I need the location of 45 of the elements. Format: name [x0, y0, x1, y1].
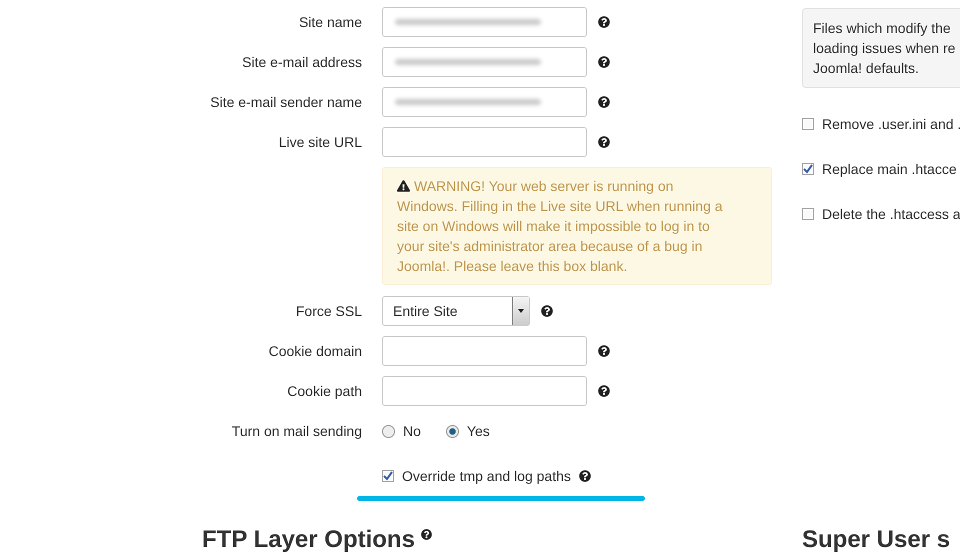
- help-icon[interactable]: [598, 56, 610, 68]
- field-label: Site e-mail sender name: [209, 94, 362, 110]
- section-heading: FTP Layer Options: [202, 526, 802, 554]
- help-icon[interactable]: [598, 345, 610, 357]
- radio-option[interactable]: Yes: [446, 423, 490, 439]
- option-label: No: [403, 423, 421, 439]
- checkbox[interactable]: [802, 208, 814, 220]
- input-field[interactable]: [382, 336, 587, 366]
- help-icon[interactable]: [598, 96, 610, 108]
- help-icon[interactable]: [598, 385, 610, 397]
- warning-icon: [397, 180, 410, 192]
- help-icon[interactable]: [578, 470, 591, 482]
- select-field[interactable]: Entire Site: [382, 296, 530, 326]
- checkbox[interactable]: [802, 163, 814, 175]
- checkbox-label: Override tmp and log paths: [402, 468, 571, 484]
- field-label: Live site URL: [278, 134, 362, 150]
- option-label: Yes: [466, 423, 490, 439]
- help-icon[interactable]: [598, 16, 610, 28]
- checkbox-label: Remove .user.ini and .: [822, 116, 960, 132]
- field-label: Site e-mail address: [241, 54, 362, 70]
- checkbox[interactable]: [382, 470, 394, 482]
- help-icon[interactable]: [541, 305, 553, 317]
- field-label: Site name: [298, 14, 362, 30]
- warning-text: WARNING! Your web server is running on Windows. Filling in the Live site URL when running a site on Windows will make it impossible to log in to your site's administrator area because of a bug in Joomla!. Please leave this box blank.: [397, 177, 724, 276]
- field-label: Turn on mail sending: [230, 423, 362, 439]
- radio-button[interactable]: [382, 424, 395, 438]
- info-text: Files which modify the: [813, 19, 952, 38]
- radio-option[interactable]: No: [382, 423, 421, 439]
- input-field[interactable]: [382, 87, 587, 117]
- input-field[interactable]: [382, 47, 587, 77]
- field-label: Force SSL: [294, 303, 362, 319]
- section-heading: Super User s: [802, 526, 952, 554]
- radio-button[interactable]: [446, 424, 459, 438]
- info-text: loading issues when re: [813, 39, 956, 58]
- checkbox-label: Replace main .htacce: [822, 161, 957, 177]
- help-icon[interactable]: [420, 529, 432, 540]
- info-text: Joomla! defaults.: [813, 59, 920, 78]
- field-label: Cookie domain: [268, 343, 362, 359]
- caret-icon: [512, 297, 529, 325]
- input-field[interactable]: [382, 376, 587, 406]
- checkbox[interactable]: [802, 118, 814, 130]
- field-label: Cookie path: [286, 383, 362, 399]
- input-field[interactable]: [382, 127, 587, 157]
- help-icon[interactable]: [598, 136, 610, 148]
- input-field[interactable]: [382, 7, 587, 37]
